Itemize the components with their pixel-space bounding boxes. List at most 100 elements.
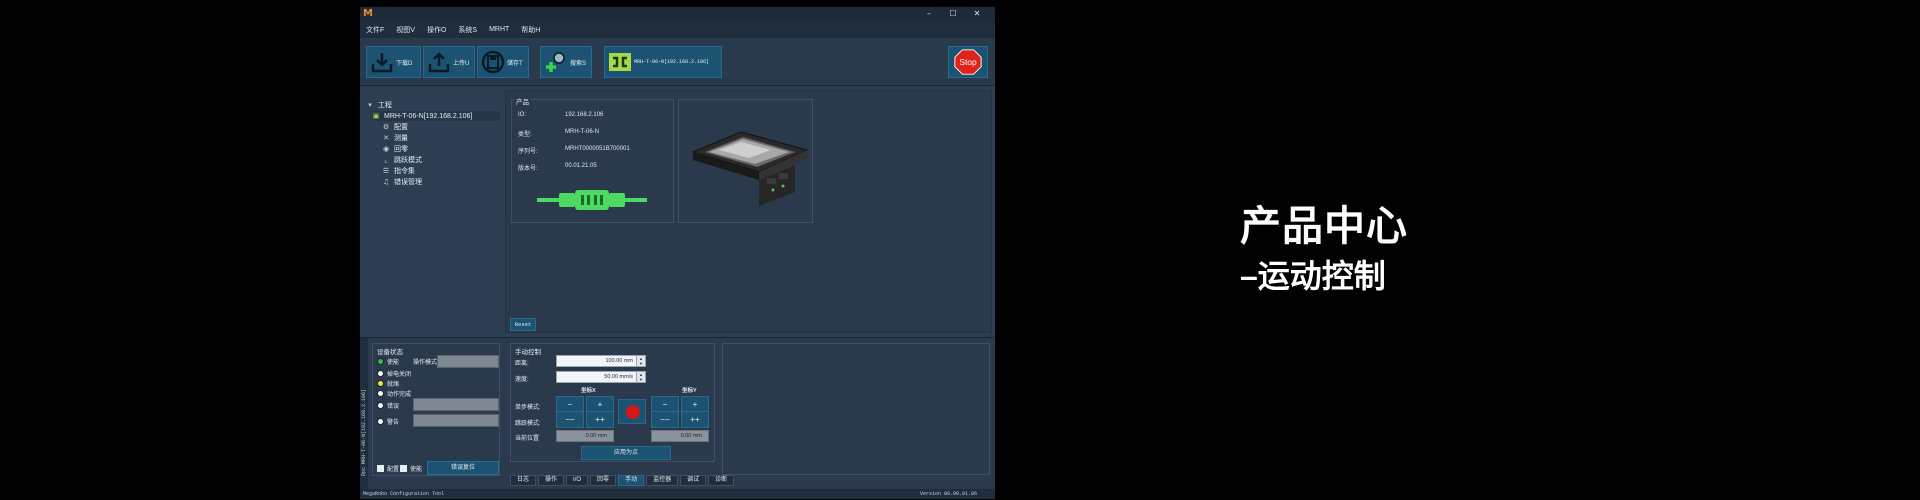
download-button[interactable]: 下载D [366,46,421,78]
distance-spinner[interactable]: ▲ ▼ [636,356,645,366]
x-plus-jog[interactable]: + ++ [586,396,614,428]
y-plus-jog[interactable]: + ++ [681,396,709,428]
manual-extra-area [722,343,990,475]
tree-item-homing[interactable]: ◉ 回零 [382,144,408,154]
checkbox-icon [400,465,407,472]
maximize-button[interactable]: ☐ [942,8,964,20]
y-jump-minus-button[interactable]: −− [652,412,678,427]
upload-label: 上传U [453,60,470,67]
dock-vertical-tab[interactable]: Dpc MRH-T-06-N[192.168.2.106] [360,338,368,490]
download-label: 下载D [396,60,413,67]
state-label: 就绪 [387,382,400,388]
x-jump-plus-button[interactable]: ++ [587,412,613,427]
status-led-icon [377,402,384,409]
tree-device[interactable]: ▣ MRH-T-06-N[192.168.2.106] [372,111,500,121]
emergency-stop-button[interactable]: Stop [948,46,988,78]
y-minus-jog[interactable]: − −− [651,396,679,428]
op-mode-field[interactable] [437,355,499,368]
tab-diagnosis[interactable]: 诊断 [708,475,735,486]
upload-button[interactable]: 上传U [423,46,475,78]
bell-icon: ♫ [382,178,390,186]
tab-operation[interactable]: 操作 [538,475,565,486]
device-status-box: 设备状态 操作模式 使能 掉电关闭 就绪 动作完成 错误 警告 配置 使能 错误… [372,343,500,476]
tab-monitor[interactable]: 监控器 [646,475,679,486]
search-button[interactable]: 搜索S [540,46,592,78]
tab-homing[interactable]: 回零 [590,475,617,486]
axis-y-title: 坐标Y [682,388,697,394]
stop-circle-icon [626,405,640,419]
tab-manual[interactable]: 手动 [618,475,645,486]
product-info-box: IO: 192.168.2.106 类型: MRH-T-06-N 序列号: MR… [511,99,674,223]
tab-log[interactable]: 日志 [510,475,537,486]
tab-io[interactable]: I/O [566,475,589,486]
tree-item-command-set[interactable]: ☰ 指令集 [382,166,415,176]
clear-error-button[interactable]: 错误复位 [427,461,499,475]
save-disk-icon [481,50,505,74]
minimize-button[interactable]: – [918,8,940,20]
location-pin-icon: ◉ [382,145,390,153]
menu-operation[interactable]: 操作O [427,25,446,35]
device-connect-button[interactable]: MRH-T-06-N[192.168.2.106] [604,46,722,78]
product-image-box [678,99,813,223]
search-add-icon [546,52,565,72]
prop-ip-value: 192.168.2.106 [565,112,604,118]
apply-point-button[interactable]: 应用为点 [581,446,671,460]
list-icon: ☰ [382,167,390,175]
config-check-label: 配置 [387,467,400,473]
menu-system[interactable]: 系统S [458,25,477,35]
device-status-title: 设备状态 [377,349,403,356]
stop-sign-icon: Stop [954,49,982,75]
stop-label: Stop [959,57,977,67]
tree-item-label: 回零 [394,146,408,153]
tree-item-measure[interactable]: ✕ 测量 [382,133,408,143]
tree-root[interactable]: ▾ 工程 [366,100,392,110]
menu-view[interactable]: 视图V [396,25,415,35]
menu-bar: 文件F 视图V 操作O 系统S MRHT 帮助H [360,21,995,38]
y-step-plus-button[interactable]: + [682,397,708,412]
manual-title: 手动控制 [515,349,541,356]
enable-checkbox[interactable]: 使能 [400,464,422,473]
config-checkbox[interactable]: 配置 [377,464,399,473]
status-led-icon [377,358,384,365]
state-enable: 使能 [377,357,399,366]
tab-debug[interactable]: 调试 [680,475,707,486]
app-logo-icon: M [363,8,373,19]
speed-input[interactable]: 50.00 mm/s ▲ ▼ [556,371,646,383]
connection-connector-icon [537,190,647,210]
op-mode-label: 操作模式 [413,360,438,366]
tree-item-error-management[interactable]: ♫ 错误管理 [382,177,422,187]
x-step-plus-button[interactable]: + [587,397,613,412]
step-mode-label: 单步模式: [515,405,541,411]
app-window: M – ☐ ✕ 文件F 视图V 操作O 系统S MRHT 帮助H 下载D 上传U [360,7,995,499]
state-ready: 就绪 [377,379,399,388]
distance-input[interactable]: 100.00 mm ▲ ▼ [556,355,646,367]
status-bar: MegaRobo Configuration Tool Version 00.0… [360,489,995,499]
x-minus-jog[interactable]: − −− [556,396,584,428]
search-label: 搜索S [570,60,587,67]
tree-item-label: 测量 [394,135,408,142]
y-jump-plus-button[interactable]: ++ [682,412,708,427]
state-warning: 警告 [377,417,399,426]
error-field [413,398,499,411]
y-step-minus-button[interactable]: − [652,397,678,412]
tree-item-jump-mode[interactable]: ⌞ 跳跃模式 [382,155,422,165]
manual-control-box: 手动控制 距离: 100.00 mm ▲ ▼ 速度: 50.00 mm/s ▲ ▼ … [510,343,715,462]
save-button[interactable]: 储存T [477,46,529,78]
menu-file[interactable]: 文件F [366,25,384,35]
jog-stop-button[interactable] [618,399,646,424]
reset-button[interactable]: Reset [510,318,536,331]
close-button[interactable]: ✕ [966,8,988,20]
save-label: 储存T [507,60,523,67]
menu-mrht[interactable]: MRHT [489,26,509,33]
tree-item-label: 配置 [394,124,408,131]
prop-key: 类型: [518,132,532,138]
tree-item-config[interactable]: ⚙ 配置 [382,122,408,132]
product-panel: IO: 192.168.2.106 类型: MRH-T-06-N 序列号: MR… [505,90,992,333]
project-icon: ▾ [368,101,372,109]
menu-help[interactable]: 帮助H [521,25,540,35]
x-step-minus-button[interactable]: − [557,397,583,412]
status-led-icon [377,380,384,387]
x-jump-minus-button[interactable]: −− [557,412,583,427]
speed-spinner[interactable]: ▲ ▼ [636,372,645,382]
dock-vertical-label: Dpc MRH-T-06-N[192.168.2.106] [361,388,367,476]
